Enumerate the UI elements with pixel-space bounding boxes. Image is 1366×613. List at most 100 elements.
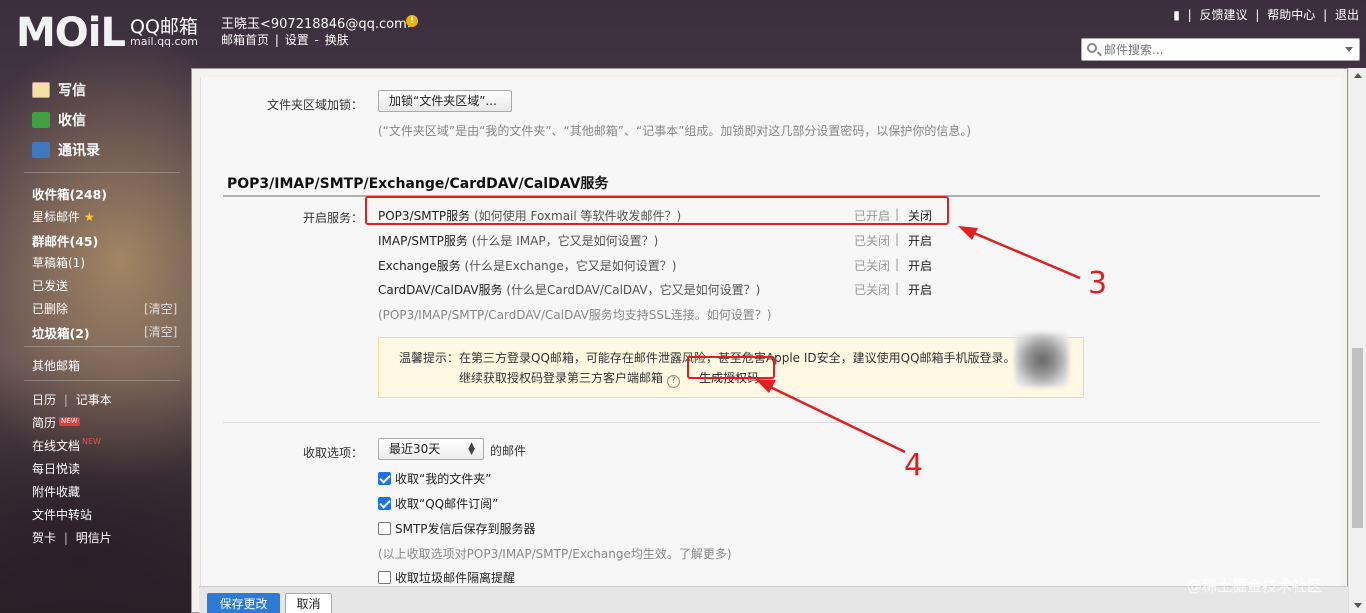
clear-spam-link[interactable]: [清空] [144, 323, 177, 340]
sidebar-item-calendar[interactable]: 日历 [32, 393, 56, 407]
compose-label: 写信 [58, 83, 86, 99]
service-imap-smtp: IMAP/SMTP服务 (什么是 IMAP，它又是如何设置？) [378, 232, 658, 249]
annotation-box-pop3 [365, 196, 949, 225]
select-suffix: 的邮件 [490, 444, 527, 458]
alert-icon[interactable]: ! [406, 15, 418, 27]
service-name: Exchange服务 [378, 259, 461, 273]
checkbox-spam-alert[interactable] [378, 571, 391, 584]
search-icon [1087, 43, 1097, 53]
service-name: IMAP/SMTP服务 [378, 234, 468, 248]
nav-mail-home[interactable]: 邮箱首页 [221, 33, 269, 47]
sidebar-item-group-mail[interactable]: 群邮件(45) [32, 231, 98, 250]
sidebar-item-label: 简历 [32, 416, 57, 430]
service-toggle-exchange[interactable]: 开启 [908, 257, 932, 274]
tip-text-line2: 继续获取授权码登录第三方客户端邮箱? [459, 369, 681, 388]
nav-settings[interactable]: 设置 [285, 33, 309, 47]
service-name: CardDAV/CalDAV服务 [378, 283, 503, 297]
checkbox-label[interactable]: 收取“QQ邮件订阅” [395, 495, 498, 512]
contacts-icon [32, 142, 50, 158]
phone-icon[interactable]: ▮ [1173, 8, 1180, 22]
service-carddav: CardDAV/CalDAV服务 (什么是CardDAV/CalDAV，它又是如… [378, 281, 760, 298]
receive-hint[interactable]: (以上收取选项对POP3/IMAP/SMTP/Exchange均生效。了解更多) [378, 545, 732, 562]
feedback-link[interactable]: 反馈建议 [1200, 8, 1248, 22]
clear-deleted-link[interactable]: [清空] [144, 300, 177, 317]
footer-bar [199, 586, 1348, 613]
service-status: 已关闭 [854, 283, 891, 297]
user-account[interactable]: 王晓玉<907218846@qq.com> [221, 13, 418, 32]
search-input[interactable] [1104, 42, 1334, 58]
scrollbar[interactable] [1348, 68, 1366, 613]
checkbox-smtp-save[interactable] [378, 522, 391, 535]
nav-sep: - [314, 33, 319, 47]
checkbox-my-folders[interactable] [378, 472, 391, 485]
service-status-sep: | [895, 257, 900, 271]
star-icon: ★ [84, 210, 95, 224]
sidebar-item-inbox[interactable]: 收件箱(248) [32, 184, 107, 203]
checkbox-label[interactable]: 收取“我的文件夹” [395, 470, 491, 487]
watermark: @稀土掘金技术社区 [1187, 577, 1323, 595]
nav-skin[interactable]: 换肤 [325, 33, 349, 47]
ssl-hint[interactable]: (POP3/IMAP/SMTP/CardDAV/CalDAV服务均支持SSL连接… [378, 306, 771, 323]
help-center-link[interactable]: 帮助中心 [1267, 8, 1315, 22]
folder-lock-label: 文件夹区域加锁： [267, 98, 364, 112]
chevron-down-icon[interactable] [1345, 47, 1353, 52]
sidebar-item-deleted[interactable]: 已删除 [32, 300, 68, 317]
top-sep: | [1255, 8, 1260, 22]
receive-options-label: 收取选项： [303, 446, 364, 460]
compose-icon [32, 82, 50, 98]
checkbox-label[interactable]: 收取垃圾邮件隔离提醒 [395, 569, 515, 586]
receive-range-select[interactable]: 最近30天 ▲ ▼ [378, 438, 484, 460]
sidebar: 写信 收信 通讯录 收件箱(248) 星标邮件 ★ 群邮件(45) 草稿箱(1) … [0, 66, 190, 613]
tip-text: 继续获取授权码登录第三方客户端邮箱 [459, 371, 664, 385]
checkbox-qq-subscription[interactable] [378, 497, 391, 510]
settings-content: 文件夹区域加锁： 加锁“文件夹区域”... (“文件夹区域”是由“我的文件夹”、… [200, 77, 1341, 613]
service-status-sep: | [895, 281, 900, 295]
scrollbar-thumb[interactable] [1352, 348, 1363, 528]
new-badge: NEW [59, 417, 80, 426]
sidebar-item-drafts[interactable]: 草稿箱(1) [32, 254, 85, 271]
sidebar-item-sent[interactable]: 已发送 [32, 277, 68, 294]
logout-link[interactable]: 退出 [1335, 8, 1359, 22]
compose-button[interactable]: 写信 [32, 80, 86, 102]
cancel-button[interactable]: 取消 [285, 593, 332, 613]
services-label: 开启服务： [303, 211, 364, 225]
sidebar-item-notes[interactable]: 记事本 [76, 393, 112, 407]
service-toggle-imap[interactable]: 开启 [908, 232, 932, 249]
sidebar-item-spam[interactable]: 垃圾箱(2) [32, 323, 90, 342]
save-button[interactable]: 保存更改 [207, 593, 280, 613]
scroll-down-icon[interactable] [1354, 603, 1362, 608]
receive-button[interactable]: 收信 [32, 110, 86, 132]
service-status: 已关闭 [854, 234, 891, 248]
service-toggle-carddav[interactable]: 开启 [908, 281, 932, 298]
service-status: 已关闭 [854, 259, 891, 273]
logo-mail[interactable]: MOiL [16, 10, 126, 56]
updown-arrow-icon: ▲ ▼ [468, 441, 475, 457]
header-nav: 邮箱首页 | 设置 - 换肤 [221, 31, 351, 48]
service-help-link[interactable]: (什么是 IMAP，它又是如何设置？) [472, 234, 659, 248]
service-help-link[interactable]: (什么是CardDAV/CalDAV，它又是如何设置？) [506, 283, 760, 297]
annotation-box-auth-code [687, 356, 775, 379]
sidebar-item-starred[interactable]: 星标邮件 ★ [32, 208, 95, 225]
sidebar-app-row: 日历 | 记事本 [32, 391, 112, 408]
sidebar-item-resume[interactable]: 简历 NEW [32, 414, 80, 431]
main-panel: 文件夹区域加锁： 加锁“文件夹区域”... (“文件夹区域”是由“我的文件夹”、… [191, 68, 1348, 613]
blurred-qr-image [1015, 333, 1069, 387]
scroll-up-icon[interactable] [1354, 73, 1362, 78]
checkbox-label[interactable]: SMTP发信后保存到服务器 [395, 520, 536, 537]
sidebar-app-row: 贺卡 | 明信片 [32, 529, 112, 546]
folder-lock-button[interactable]: 加锁“文件夹区域”... [378, 90, 512, 112]
sidebar-item-postcard[interactable]: 明信片 [76, 531, 112, 545]
sidebar-item-other-mailbox[interactable]: 其他邮箱 [32, 357, 80, 374]
app-sep: | [63, 531, 68, 545]
help-icon[interactable]: ? [667, 375, 681, 388]
receive-label: 收信 [58, 113, 86, 129]
service-help-link[interactable]: (什么是Exchange，它又是如何设置？) [464, 259, 676, 273]
contacts-button[interactable]: 通讯录 [32, 140, 100, 162]
sidebar-item-online-docs[interactable]: 在线文档 NEW [32, 437, 101, 454]
header: MOiL QQ邮箱 mail.qq.com 王晓玉<907218846@qq.c… [0, 0, 1366, 66]
sidebar-item-file-transfer[interactable]: 文件中转站 [32, 506, 92, 523]
sidebar-item-attachments[interactable]: 附件收藏 [32, 483, 80, 500]
search-box[interactable] [1081, 38, 1360, 61]
sidebar-item-greeting-card[interactable]: 贺卡 [32, 531, 56, 545]
sidebar-item-daily-reading[interactable]: 每日悦读 [32, 460, 80, 477]
